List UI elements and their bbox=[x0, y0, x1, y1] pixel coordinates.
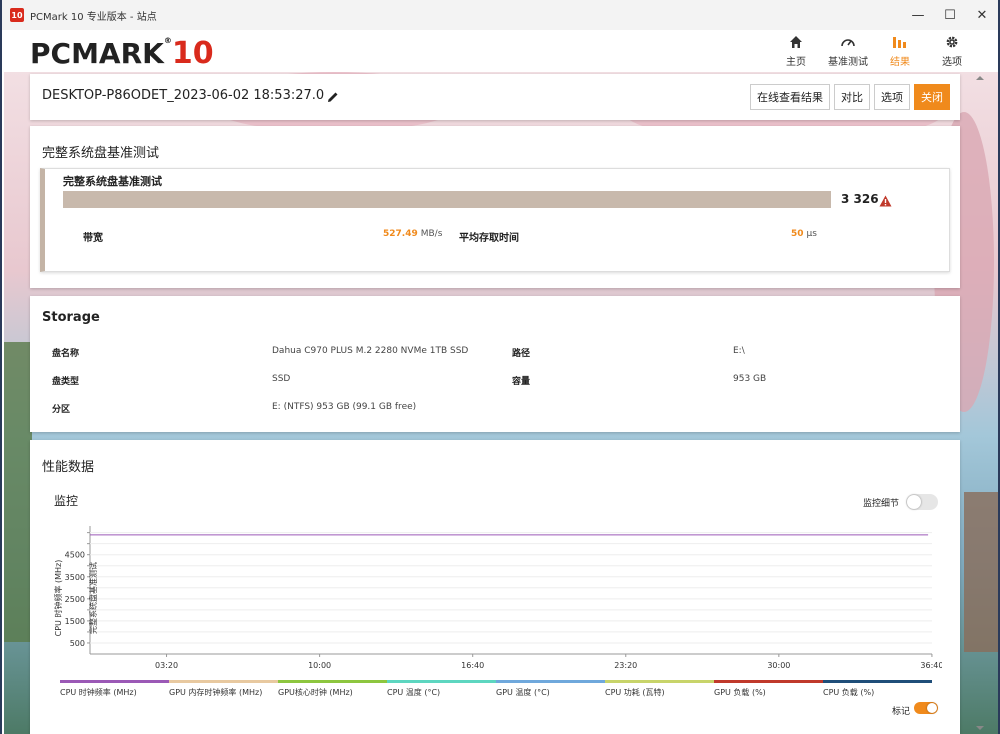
test-score: 3 326 bbox=[841, 192, 879, 206]
compare-button[interactable]: 对比 bbox=[834, 84, 870, 110]
legend-item[interactable]: GPU 温度 (°C) bbox=[496, 680, 605, 698]
path-label: 路径 bbox=[512, 349, 531, 359]
legend-swatch bbox=[605, 680, 714, 683]
legend-item[interactable]: CPU 时钟频率 (MHz) bbox=[60, 680, 169, 698]
legend-swatch bbox=[387, 680, 496, 683]
home-icon bbox=[789, 33, 803, 51]
minimize-button[interactable]: — bbox=[902, 0, 934, 30]
legend-item[interactable]: GPU 内存时钟频率 (MHz) bbox=[169, 680, 278, 698]
x-tick-label: 10:00 bbox=[308, 661, 331, 670]
legend-item[interactable]: GPU核心时钟 (MHz) bbox=[278, 680, 387, 698]
monitor-details-toggle[interactable] bbox=[906, 494, 938, 510]
legend-label: CPU 功耗 (瓦特) bbox=[605, 688, 665, 697]
bandwidth-label: 带宽 bbox=[83, 233, 103, 244]
gear-icon bbox=[945, 33, 959, 51]
legend-label: CPU 温度 (°C) bbox=[387, 688, 441, 697]
legend-label: GPU 负载 (%) bbox=[714, 688, 766, 697]
nav-benchmarks[interactable]: 基准测试 bbox=[828, 33, 868, 68]
close-window-button[interactable]: ✕ bbox=[966, 0, 998, 30]
bar-chart-icon bbox=[892, 33, 908, 51]
legend-swatch bbox=[496, 680, 605, 683]
x-tick-label: 30:00 bbox=[767, 661, 790, 670]
app-header: PCMARK®10 主页 基准测试 结果 选项 bbox=[2, 30, 998, 72]
nav-results[interactable]: 结果 bbox=[882, 33, 918, 68]
legend-swatch bbox=[169, 680, 278, 683]
legend-swatch bbox=[823, 680, 932, 683]
legend-swatch bbox=[714, 680, 823, 683]
legend-item[interactable]: GPU 负载 (%) bbox=[714, 680, 823, 698]
legend-item[interactable]: CPU 负载 (%) bbox=[823, 680, 932, 698]
markers-label: 标记 bbox=[892, 707, 911, 717]
legend-item[interactable]: CPU 温度 (°C) bbox=[387, 680, 496, 698]
y-axis-label: CPU 时钟频率 (MHz) bbox=[53, 560, 63, 637]
chart-legend: CPU 时钟频率 (MHz) GPU 内存时钟频率 (MHz) GPU核心时钟 (M… bbox=[60, 680, 932, 698]
legend-swatch bbox=[60, 680, 169, 683]
legend-label: CPU 时钟频率 (MHz) bbox=[60, 688, 137, 697]
capacity-value: 953 GB bbox=[733, 374, 767, 384]
monitor-details-label: 监控细节 bbox=[863, 499, 900, 509]
app-window: 10 PCMark 10 专业版本 - 站点 — ☐ ✕ PCMARK®10 主… bbox=[0, 0, 1000, 734]
scrollbar[interactable] bbox=[962, 74, 998, 734]
legend-swatch bbox=[278, 680, 387, 683]
storage-panel: Storage 盘名称 Dahua C970 PLUS M.2 2280 NVM… bbox=[30, 296, 960, 432]
run-name: DESKTOP-P86ODET_2023-06-02 18:53:27.0 bbox=[42, 88, 325, 103]
drive-type-label: 盘类型 bbox=[52, 377, 80, 387]
path-value: E:\ bbox=[733, 346, 745, 356]
perf-title: 性能数据 bbox=[42, 460, 95, 475]
title-bar: 10 PCMark 10 专业版本 - 站点 — ☐ ✕ bbox=[2, 0, 998, 30]
test-card-title: 完整系统盘基准测试 bbox=[63, 175, 162, 188]
maximize-button[interactable]: ☐ bbox=[934, 0, 966, 30]
y-tick-label: 3500 bbox=[65, 573, 85, 582]
benchmark-annotation: 完整系统盘基准测试 bbox=[88, 562, 98, 634]
pcmark-logo: PCMARK®10 bbox=[30, 36, 214, 71]
run-header-panel: DESKTOP-P86ODET_2023-06-02 18:53:27.0 在线… bbox=[30, 74, 960, 120]
drive-name-value: Dahua C970 PLUS M.2 2280 NVMe 1TB SSD bbox=[272, 346, 469, 356]
monitoring-chart: 500 1500 2500 3500 4500 03:20 10:00 16:40 23:20 3… bbox=[53, 526, 942, 670]
close-result-button[interactable]: 关闭 bbox=[914, 84, 950, 110]
y-tick-label: 1500 bbox=[65, 617, 85, 626]
partition-value: E: (NTFS) 953 GB (99.1 GB free) bbox=[272, 402, 417, 412]
legend-label: GPU 内存时钟频率 (MHz) bbox=[169, 688, 263, 697]
drive-type-value: SSD bbox=[272, 374, 291, 384]
x-tick-label: 16:40 bbox=[461, 661, 484, 670]
y-tick-label: 500 bbox=[70, 639, 85, 648]
legend-item[interactable]: CPU 功耗 (瓦特) bbox=[605, 680, 714, 698]
nav-options[interactable]: 选项 bbox=[934, 33, 970, 68]
latency-label: 平均存取时间 bbox=[459, 233, 519, 244]
pencil-icon[interactable] bbox=[327, 88, 339, 107]
run-options-button[interactable]: 选项 bbox=[874, 84, 910, 110]
legend-label: GPU核心时钟 (MHz) bbox=[278, 688, 353, 697]
drive-name-label: 盘名称 bbox=[52, 349, 80, 359]
score-bar bbox=[63, 191, 831, 208]
bandwidth-value: 527.49 MB/s bbox=[383, 229, 443, 239]
capacity-label: 容量 bbox=[512, 377, 531, 387]
view-online-button[interactable]: 在线查看结果 bbox=[750, 84, 830, 110]
gauge-icon bbox=[840, 33, 856, 51]
test-section-title: 完整系统盘基准测试 bbox=[42, 146, 160, 161]
window-title: PCMark 10 专业版本 - 站点 bbox=[30, 11, 157, 23]
performance-panel: 性能数据 监控 监控细节 500 1500 2500 3500 4500 03:20 10:… bbox=[30, 440, 960, 734]
main-nav: 主页 基准测试 结果 选项 bbox=[778, 33, 970, 68]
x-tick-label: 36:40 bbox=[920, 661, 942, 670]
latency-value: 50 µs bbox=[791, 229, 817, 239]
x-tick-label: 03:20 bbox=[155, 661, 178, 670]
partition-label: 分区 bbox=[52, 405, 71, 415]
y-tick-label: 2500 bbox=[65, 595, 85, 604]
warning-icon[interactable] bbox=[879, 192, 892, 211]
legend-label: GPU 温度 (°C) bbox=[496, 688, 550, 697]
test-result-card: 完整系统盘基准测试 3 326 带宽 527.49 MB/s 平均存取时间 50 µ… bbox=[40, 168, 950, 272]
monitor-title: 监控 bbox=[54, 494, 79, 508]
test-panel: 完整系统盘基准测试 完整系统盘基准测试 3 326 带宽 527.49 MB/s … bbox=[30, 126, 960, 288]
nav-home[interactable]: 主页 bbox=[778, 33, 814, 68]
x-tick-label: 23:20 bbox=[614, 661, 637, 670]
legend-label: CPU 负载 (%) bbox=[823, 688, 875, 697]
app-icon: 10 bbox=[10, 8, 24, 22]
y-tick-label: 4500 bbox=[65, 551, 85, 560]
markers-toggle[interactable] bbox=[914, 702, 938, 714]
storage-title: Storage bbox=[42, 310, 100, 325]
